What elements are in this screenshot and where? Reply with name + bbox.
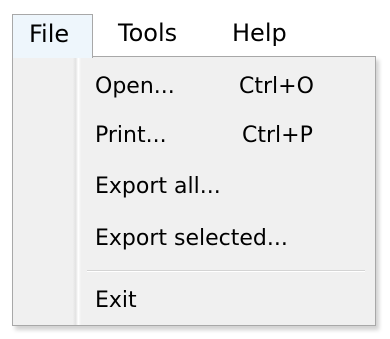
shortcut-print: Ctrl+P [242,123,313,148]
menu-file[interactable]: File [12,14,93,58]
menu-item-export-all[interactable]: Export all... [95,165,221,209]
menu-help[interactable]: Help [226,14,306,58]
shortcut-open: Ctrl+O [239,74,314,99]
menu-separator [87,270,365,272]
menu-bar: File Tools Help [0,0,390,58]
menu-tools[interactable]: Tools [110,14,202,58]
menu-item-exit[interactable]: Exit [95,279,137,323]
icon-gutter [13,57,81,325]
menu-item-print[interactable]: Print... [95,114,167,158]
menu-item-open[interactable]: Open... [95,65,175,109]
file-dropdown-menu: Open... Ctrl+O Print... Ctrl+P Export al… [12,56,376,326]
menu-item-export-selected[interactable]: Export selected... [95,217,288,261]
